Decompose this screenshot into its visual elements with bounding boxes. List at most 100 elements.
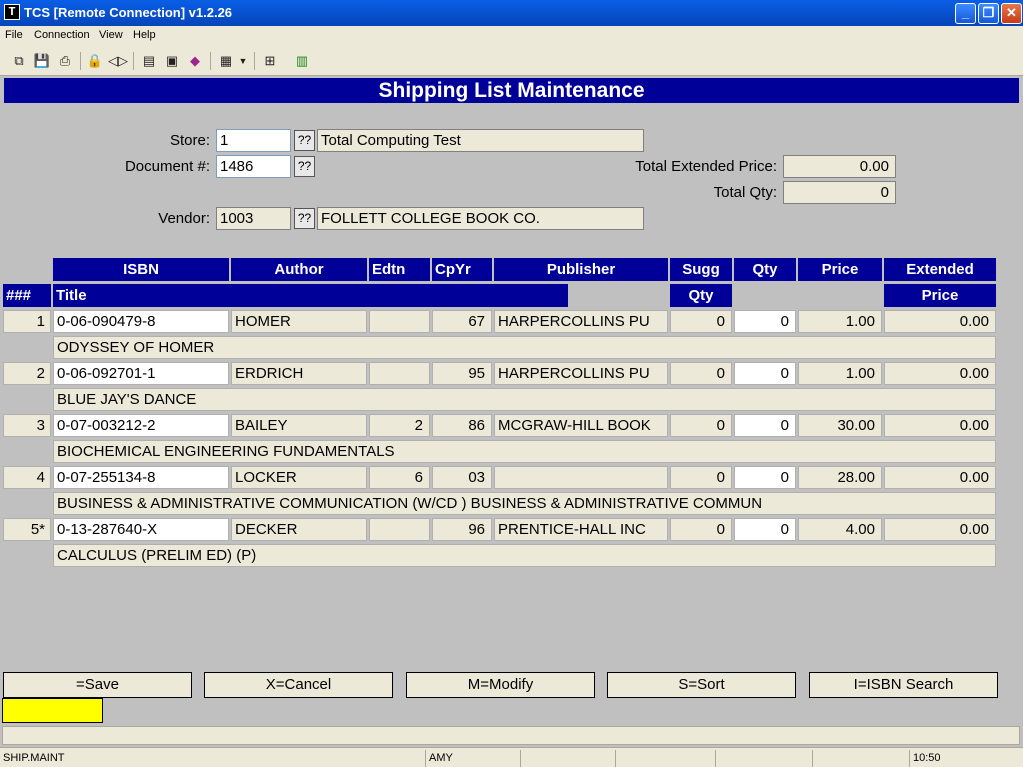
row-number: 2 — [3, 362, 51, 385]
menu-file[interactable]: File — [5, 29, 23, 41]
publisher-cell — [494, 466, 668, 489]
publisher-cell: MCGRAW-HILL BOOK — [494, 414, 668, 437]
extended-price-cell: 0.00 — [884, 518, 996, 541]
store-input[interactable]: 1 — [216, 129, 291, 152]
cancel-button[interactable]: X=Cancel — [204, 672, 393, 698]
total-extended-label: Total Extended Price: — [635, 158, 777, 175]
status-panel-4 — [615, 750, 715, 767]
print-icon[interactable]: ⎙ — [55, 51, 75, 71]
client-area: Shipping List Maintenance Store: 1 ?? To… — [0, 76, 1023, 747]
copyright-year-cell: 95 — [432, 362, 492, 385]
total-qty-label: Total Qty: — [713, 184, 777, 201]
col-author: Author — [231, 258, 367, 281]
menu-help[interactable]: Help — [133, 29, 156, 41]
price-cell: 4.00 — [798, 518, 882, 541]
price-cell: 28.00 — [798, 466, 882, 489]
status-bar: SHIP.MAINT AMY 10:50 — [0, 747, 1023, 767]
copyright-year-cell: 96 — [432, 518, 492, 541]
title-cell: BUSINESS & ADMINISTRATIVE COMMUNICATION … — [53, 492, 996, 515]
book-icon[interactable]: ◆ — [185, 51, 205, 71]
copy-icon[interactable]: ⧉ — [9, 51, 29, 71]
qty-input[interactable]: 0 — [734, 518, 796, 541]
edition-cell: 2 — [369, 414, 430, 437]
edition-cell — [369, 310, 430, 333]
modify-button[interactable]: M=Modify — [406, 672, 595, 698]
vendor-label: Vendor: — [158, 210, 210, 227]
store-lookup-button[interactable]: ?? — [294, 130, 315, 151]
monitor-icon[interactable]: ▣ — [162, 51, 182, 71]
extended-price-cell: 0.00 — [884, 466, 996, 489]
message-line — [2, 726, 1020, 745]
suggested-qty-cell: 0 — [670, 310, 732, 333]
window-title: TCS [Remote Connection] v1.2.26 — [24, 5, 233, 20]
col-sugg: Sugg — [670, 258, 732, 281]
isbn-cell[interactable]: 0-07-255134-8 — [53, 466, 229, 489]
toolbar: ⧉ 💾 ⎙ 🔒 ◁▷ ▤ ▣ ◆ ▦ ▼ ⊞ ▥ — [0, 46, 1023, 76]
isbn-search-button[interactable]: I=ISBN Search — [809, 672, 998, 698]
edition-cell — [369, 518, 430, 541]
maximize-button[interactable]: ❐ — [978, 3, 999, 24]
row-number: 3 — [3, 414, 51, 437]
qty-input[interactable]: 0 — [734, 310, 796, 333]
chart-icon[interactable]: ▥ — [292, 51, 312, 71]
col-edtn: Edtn — [369, 258, 430, 281]
lock-icon[interactable]: 🔒 — [85, 51, 105, 71]
vendor-name: FOLLETT COLLEGE BOOK CO. — [317, 207, 644, 230]
status-panel-6 — [812, 750, 909, 767]
save-icon[interactable]: 💾 — [32, 51, 52, 71]
isbn-cell[interactable]: 0-06-090479-8 — [53, 310, 229, 333]
extended-price-cell: 0.00 — [884, 362, 996, 385]
suggested-qty-cell: 0 — [670, 414, 732, 437]
col-extended: Extended — [884, 258, 996, 281]
isbn-cell[interactable]: 0-13-287640-X — [53, 518, 229, 541]
title-row-spacer — [3, 388, 51, 411]
extended-price-cell: 0.00 — [884, 310, 996, 333]
suggested-qty-cell: 0 — [670, 362, 732, 385]
vendor-input[interactable]: 1003 — [216, 207, 291, 230]
sort-button[interactable]: S=Sort — [607, 672, 796, 698]
status-time: 10:50 — [909, 750, 1023, 767]
extended-price-cell: 0.00 — [884, 414, 996, 437]
title-row-spacer — [3, 492, 51, 515]
qty-input[interactable]: 0 — [734, 414, 796, 437]
document-icon[interactable]: ▦ — [216, 51, 236, 71]
author-cell: LOCKER — [231, 466, 367, 489]
col-cpyr: CpYr — [432, 258, 492, 281]
network-icon[interactable]: ⊞ — [260, 51, 280, 71]
save-button[interactable]: =Save — [3, 672, 192, 698]
store-label: Store: — [169, 132, 210, 149]
menu-bar: File Connection View Help — [0, 26, 1023, 46]
col-title: Title — [53, 284, 568, 307]
isbn-cell[interactable]: 0-07-003212-2 — [53, 414, 229, 437]
col-isbn: ISBN — [53, 258, 229, 281]
title-cell: CALCULUS (PRELIM ED) (P) — [53, 544, 996, 567]
document-label: Document #: — [124, 158, 210, 175]
edition-cell — [369, 362, 430, 385]
copyright-year-cell: 67 — [432, 310, 492, 333]
row-number: 4 — [3, 466, 51, 489]
title-row-spacer — [3, 440, 51, 463]
document-input[interactable]: 1486 — [216, 155, 291, 178]
isbn-cell[interactable]: 0-06-092701-1 — [53, 362, 229, 385]
title-row-spacer — [3, 544, 51, 567]
close-button[interactable]: ✕ — [1001, 3, 1022, 24]
menu-connection[interactable]: Connection — [34, 29, 90, 41]
qty-input[interactable]: 0 — [734, 466, 796, 489]
suggested-qty-cell: 0 — [670, 518, 732, 541]
minimize-button[interactable]: _ — [955, 3, 976, 24]
title-bar: T TCS [Remote Connection] v1.2.26 _ ❐ ✕ — [0, 0, 1023, 26]
message-field — [2, 698, 103, 723]
sound-icon[interactable]: ◁▷ — [108, 51, 128, 71]
properties-icon[interactable]: ▤ — [139, 51, 159, 71]
menu-view[interactable]: View — [99, 29, 123, 41]
status-user: AMY — [425, 750, 520, 767]
publisher-cell: HARPERCOLLINS PU — [494, 362, 668, 385]
price-cell: 30.00 — [798, 414, 882, 437]
dropdown-arrow-icon[interactable]: ▼ — [236, 51, 250, 71]
qty-input[interactable]: 0 — [734, 362, 796, 385]
document-lookup-button[interactable]: ?? — [294, 156, 315, 177]
status-panel-5 — [715, 750, 812, 767]
copyright-year-cell: 86 — [432, 414, 492, 437]
vendor-lookup-button[interactable]: ?? — [294, 208, 315, 229]
price-cell: 1.00 — [798, 310, 882, 333]
